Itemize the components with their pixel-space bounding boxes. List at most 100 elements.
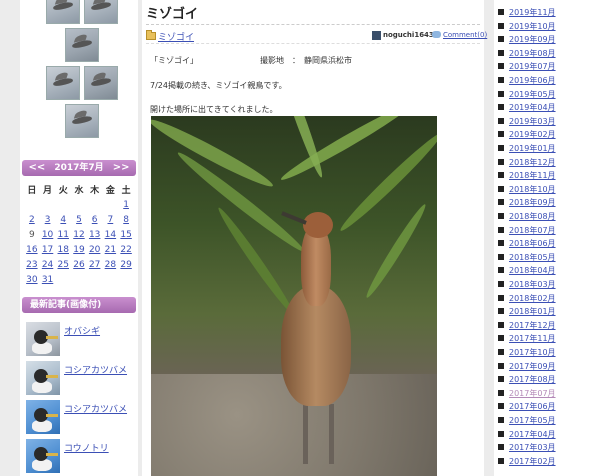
calendar-day-link[interactable]: 8 [118, 212, 134, 227]
recent-post-thumbnail[interactable] [26, 439, 60, 473]
calendar-day-link[interactable]: 15 [118, 227, 134, 242]
archive-item[interactable]: 2019年04月 [498, 101, 598, 114]
recent-post-link[interactable]: オバシギ [64, 324, 100, 337]
archive-item[interactable]: 2017年08月 [498, 373, 598, 386]
calendar-day-link[interactable]: 4 [55, 212, 71, 227]
recent-post-item[interactable]: コシアカツバメ [26, 400, 136, 436]
recent-post-thumbnail[interactable] [26, 400, 60, 434]
archive-item[interactable]: 2019年07月 [498, 60, 598, 73]
archive-link[interactable]: 2019年11月 [509, 7, 556, 18]
archive-item[interactable]: 2018年07月 [498, 224, 598, 237]
calendar-day-link[interactable]: 14 [103, 227, 119, 242]
archive-item[interactable]: 2017年06月 [498, 400, 598, 413]
recent-post-thumbnail[interactable] [26, 322, 60, 356]
archive-item[interactable]: 2017年09月 [498, 360, 598, 373]
archive-item[interactable]: 2017年02月 [498, 455, 598, 468]
archive-item[interactable]: 2019年08月 [498, 47, 598, 60]
calendar-day-link[interactable]: 12 [71, 227, 87, 242]
archive-link[interactable]: 2017年08月 [509, 374, 556, 385]
calendar-day-link[interactable]: 6 [87, 212, 103, 227]
recent-post-link[interactable]: コシアカツバメ [64, 402, 127, 415]
archive-link[interactable]: 2019年06月 [509, 75, 556, 86]
calendar-day-link[interactable]: 20 [87, 242, 103, 257]
archive-link[interactable]: 2017年10月 [509, 347, 556, 358]
archive-link[interactable]: 2017年03月 [509, 442, 556, 453]
calendar-day-link[interactable]: 7 [103, 212, 119, 227]
archive-link[interactable]: 2019年02月 [509, 129, 556, 140]
archive-link[interactable]: 2019年10月 [509, 21, 556, 32]
archive-item[interactable]: 2018年04月 [498, 264, 598, 277]
archive-link[interactable]: 2018年09月 [509, 197, 556, 208]
archive-item[interactable]: 2017年03月 [498, 441, 598, 454]
calendar-day-link[interactable]: 13 [87, 227, 103, 242]
recent-post-item[interactable]: コシアカツバメ [26, 361, 136, 397]
calendar-day-link[interactable]: 30 [24, 272, 40, 287]
archive-item[interactable]: 2018年11月 [498, 169, 598, 182]
archive-item[interactable]: 2017年07月 [498, 387, 598, 400]
photo-thumbnail[interactable] [65, 104, 99, 138]
archive-link[interactable]: 2019年09月 [509, 34, 556, 45]
archive-link[interactable]: 2018年07月 [509, 225, 556, 236]
archive-link[interactable]: 2017年02月 [509, 456, 556, 467]
calendar-day-link[interactable]: 5 [71, 212, 87, 227]
archive-link-current[interactable]: 2017年07月 [509, 388, 556, 399]
archive-item[interactable]: 2019年10月 [498, 20, 598, 33]
calendar-day-link[interactable]: 10 [40, 227, 56, 242]
archive-link[interactable]: 2018年12月 [509, 157, 556, 168]
calendar-day-link[interactable]: 21 [103, 242, 119, 257]
archive-link[interactable]: 2017年09月 [509, 361, 556, 372]
archive-item[interactable]: 2019年02月 [498, 128, 598, 141]
archive-link[interactable]: 2019年07月 [509, 61, 556, 72]
archive-item[interactable]: 2018年10月 [498, 183, 598, 196]
calendar-day-link[interactable]: 27 [87, 257, 103, 272]
recent-post-item[interactable]: オバシギ [26, 322, 136, 358]
archive-link[interactable]: 2018年10月 [509, 184, 556, 195]
calendar-day-link[interactable]: 25 [55, 257, 71, 272]
archive-item[interactable]: 2017年04月 [498, 428, 598, 441]
archive-item[interactable]: 2018年03月 [498, 278, 598, 291]
prev-month-link[interactable]: << [22, 162, 51, 173]
archive-item[interactable]: 2017年11月 [498, 332, 598, 345]
archive-item[interactable]: 2019年03月 [498, 115, 598, 128]
photo-thumbnail[interactable] [65, 28, 99, 62]
archive-item[interactable]: 2018年02月 [498, 292, 598, 305]
archive-link[interactable]: 2017年11月 [509, 333, 556, 344]
archive-item[interactable]: 2019年05月 [498, 88, 598, 101]
archive-link[interactable]: 2018年05月 [509, 252, 556, 263]
photo-thumbnail[interactable] [46, 0, 80, 24]
archive-link[interactable]: 2019年04月 [509, 102, 556, 113]
archive-link[interactable]: 2017年12月 [509, 320, 556, 331]
archive-link[interactable]: 2018年06月 [509, 238, 556, 249]
recent-post-link[interactable]: コウノトリ [64, 441, 109, 454]
calendar-day-link[interactable]: 29 [118, 257, 134, 272]
archive-item[interactable]: 2019年09月 [498, 33, 598, 46]
archive-link[interactable]: 2019年01月 [509, 143, 556, 154]
calendar-day-link[interactable]: 19 [71, 242, 87, 257]
archive-item[interactable]: 2018年08月 [498, 210, 598, 223]
calendar-day-link[interactable]: 22 [118, 242, 134, 257]
archive-link[interactable]: 2018年03月 [509, 279, 556, 290]
archive-item[interactable]: 2017年05月 [498, 414, 598, 427]
post-title[interactable]: ミゾゴイ [146, 3, 198, 22]
calendar-day-link[interactable]: 1 [118, 197, 134, 212]
calendar-day-link[interactable]: 3 [40, 212, 56, 227]
archive-link[interactable]: 2017年04月 [509, 429, 556, 440]
archive-item[interactable]: 2018年09月 [498, 196, 598, 209]
calendar-day-link[interactable]: 16 [24, 242, 40, 257]
category-link[interactable]: ミゾゴイ [158, 30, 194, 43]
archive-link[interactable]: 2018年04月 [509, 265, 556, 276]
photo-thumbnail[interactable] [46, 66, 80, 100]
recent-post-thumbnail[interactable] [26, 361, 60, 395]
archive-link[interactable]: 2018年02月 [509, 293, 556, 304]
calendar-day-link[interactable]: 17 [40, 242, 56, 257]
comment-link[interactable]: Comment(0) [443, 31, 487, 39]
calendar-day-link[interactable]: 11 [55, 227, 71, 242]
archive-item[interactable]: 2018年12月 [498, 156, 598, 169]
archive-link[interactable]: 2019年03月 [509, 116, 556, 127]
photo-thumbnail[interactable] [84, 66, 118, 100]
archive-link[interactable]: 2018年08月 [509, 211, 556, 222]
archive-link[interactable]: 2019年05月 [509, 89, 556, 100]
calendar-day-link[interactable]: 18 [55, 242, 71, 257]
calendar-day-link[interactable]: 28 [103, 257, 119, 272]
archive-item[interactable]: 2018年05月 [498, 251, 598, 264]
